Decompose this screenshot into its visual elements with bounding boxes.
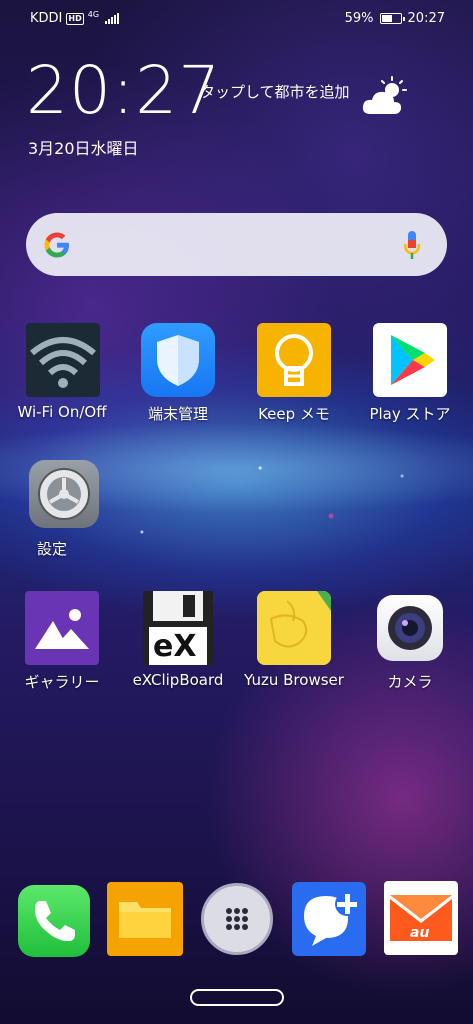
app-wifi-toggle[interactable]: Wi-Fi On/Off (3, 323, 121, 427)
battery-percent: 59% (344, 11, 374, 26)
settings-gear-icon (29, 460, 99, 528)
app-label: Yuzu Browser (244, 671, 344, 689)
home-gesture-bar[interactable] (190, 989, 284, 1006)
status-left: KDDI HD 4G (30, 10, 120, 26)
app-keep-notes[interactable]: Keep メモ (235, 323, 353, 427)
app-device-manager[interactable]: 端末管理 (119, 323, 237, 427)
battery-fill (381, 15, 392, 22)
messenger-plus-icon[interactable] (292, 882, 366, 956)
clock-widget-time[interactable]: 20:27 (26, 54, 221, 128)
battery-icon (379, 13, 405, 24)
phone-icon[interactable] (18, 885, 90, 957)
yuzu-map-icon (257, 591, 331, 665)
app-label: カメラ (387, 673, 433, 691)
carrier-name: KDDI (30, 11, 63, 26)
gallery-icon (25, 591, 99, 665)
add-city-link[interactable]: タップして都市を追加 (200, 82, 350, 102)
hd-badge: HD (66, 12, 84, 25)
signal-strength-icon (105, 13, 120, 24)
app-camera[interactable]: カメラ (351, 591, 469, 695)
app-label: 設定 (36, 540, 67, 558)
camera-icon (377, 595, 443, 661)
google-g-icon (44, 232, 69, 258)
date-label[interactable]: 3月20日水曜日 (28, 135, 139, 159)
folder-icon[interactable] (107, 882, 183, 956)
au-mail-icon[interactable]: au (384, 881, 458, 955)
floppy-icon: eX (141, 591, 215, 665)
app-drawer-icon[interactable] (201, 883, 273, 955)
app-gallery[interactable]: ギャラリー (3, 591, 121, 695)
partly-cloudy-icon[interactable] (360, 76, 410, 118)
google-search-bar[interactable] (26, 213, 447, 276)
app-label: eXClipBoard (132, 671, 224, 689)
app-yuzu-browser[interactable]: Yuzu Browser (235, 591, 353, 695)
status-right: 59% 20:27 (345, 11, 445, 26)
app-label: 端末管理 (147, 405, 208, 423)
app-label: Play ストア (369, 405, 451, 423)
app-exclipboard[interactable]: eX eXClipBoard (119, 591, 237, 695)
app-settings[interactable]: 設定 (3, 460, 121, 564)
floppy-label-text: eX (153, 629, 197, 664)
wifi-icon (26, 323, 100, 397)
app-label: Wi-Fi On/Off (17, 403, 107, 421)
keep-bulb-icon (257, 323, 331, 397)
microphone-icon[interactable] (403, 229, 421, 261)
status-bar: KDDI HD 4G 59% 20:27 (0, 0, 473, 38)
au-logo-text: au (410, 925, 430, 941)
status-time: 20:27 (407, 11, 445, 26)
app-label: ギャラリー (24, 673, 100, 691)
app-play-store[interactable]: Play ストア (351, 323, 469, 427)
app-label: Keep メモ (258, 405, 330, 423)
network-type: 4G (87, 10, 100, 19)
shield-icon (141, 323, 215, 397)
play-store-icon (373, 323, 447, 397)
